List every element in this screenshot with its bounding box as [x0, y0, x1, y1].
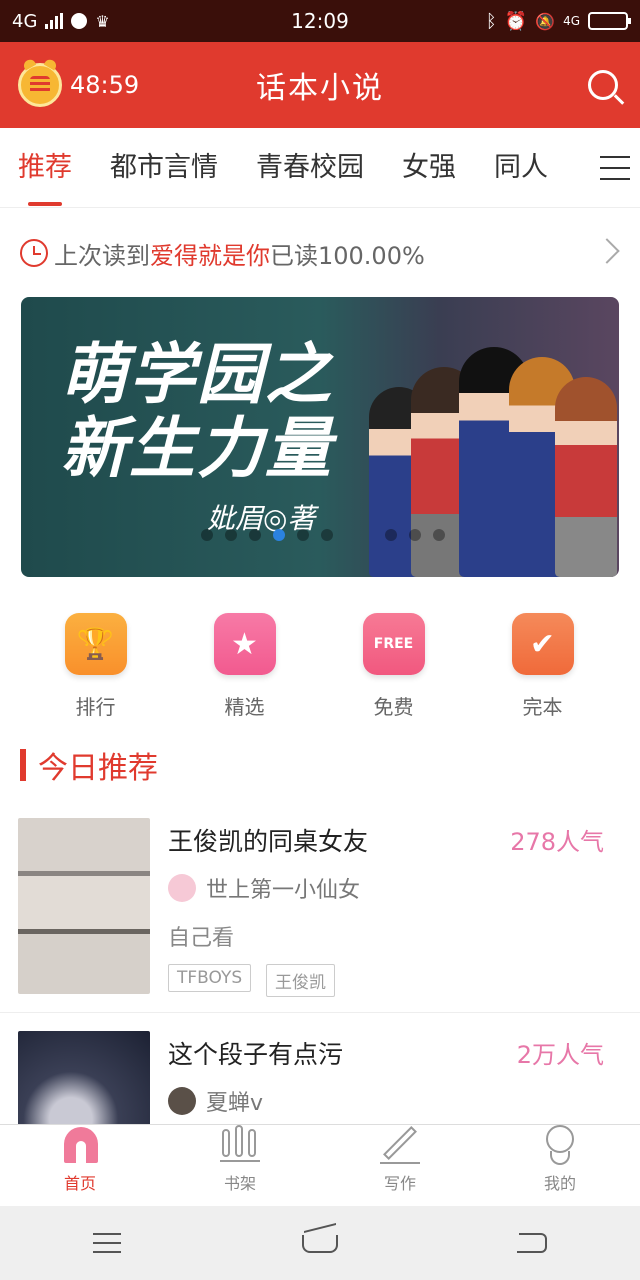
list-item[interactable]: 王俊凯的同桌女友 278人气 世上第一小仙女 自己看 TFBOYS 王俊凯: [0, 800, 640, 1013]
book-popularity: 278人气: [510, 828, 604, 856]
nav-label: 书架: [223, 1174, 256, 1193]
book-author: 世上第一小仙女: [168, 872, 360, 904]
category-tabs: 推荐 都市言情 青春校园 女强 同人: [0, 128, 640, 208]
last-read-progress: 已读100.00%: [270, 241, 425, 270]
network-label: 4G: [12, 10, 38, 32]
tab-campus[interactable]: 青春校园: [256, 128, 364, 208]
quick-label: 精选: [224, 695, 265, 719]
quick-featured[interactable]: ★ 精选: [170, 605, 319, 725]
pagination-dot[interactable]: [225, 529, 237, 541]
author-name: 世上第一小仙女: [206, 878, 361, 903]
section-title: 今日推荐: [20, 745, 158, 786]
quick-free[interactable]: FREE 免费: [319, 605, 468, 725]
tab-fanfic[interactable]: 同人: [494, 128, 548, 208]
book-author: 夏蝉v: [168, 1085, 263, 1117]
quick-label: 完本: [522, 695, 563, 719]
clock-time: 12:09: [291, 9, 349, 33]
pagination-dot-active[interactable]: [273, 529, 285, 541]
pagination-dot[interactable]: [297, 529, 309, 541]
book-cover-image: [18, 818, 150, 994]
tag-badge[interactable]: TFBOYS: [168, 964, 252, 992]
home-key-icon[interactable]: [290, 1223, 350, 1263]
book-cover-image: [18, 1031, 150, 1124]
last-read-prefix: 上次读到: [54, 241, 150, 270]
trophy-icon: 🏆: [64, 613, 127, 675]
author-name: 夏蝉v: [206, 1091, 264, 1116]
nav-home[interactable]: 首页: [0, 1125, 160, 1206]
status-bar: 4G ♛ 12:09 ᛒ ⏰ 🔕 4G: [0, 0, 640, 42]
tab-urban-romance[interactable]: 都市言情: [110, 128, 218, 208]
tab-recommend[interactable]: 推荐: [18, 128, 72, 208]
mute-icon: 🔕: [535, 11, 556, 31]
chevron-right-icon: [594, 238, 620, 264]
app-title: 话本小说: [256, 71, 384, 106]
menu-key-icon[interactable]: [77, 1223, 137, 1263]
pagination-dot[interactable]: [385, 529, 397, 541]
menu-icon[interactable]: [600, 156, 630, 180]
quick-entries: 🏆 排行 ★ 精选 FREE 免费 ✔ 完本: [0, 605, 640, 725]
list-item[interactable]: 这个段子有点污 2万人气 夏蝉v: [0, 1013, 640, 1124]
search-icon: [588, 70, 618, 100]
battery-icon: [588, 12, 631, 30]
bluetooth-icon: ᛒ: [485, 10, 497, 32]
nav-profile[interactable]: 我的: [480, 1125, 640, 1206]
promo-banner[interactable]: 萌学园之 新生力量 妣眉◎著: [21, 297, 619, 577]
home-icon: [60, 1125, 100, 1164]
bottom-nav: 首页 书架 写作 我的: [0, 1124, 640, 1206]
tab-strong-female[interactable]: 女强: [402, 128, 456, 208]
nav-bookshelf[interactable]: 书架: [160, 1125, 320, 1206]
quick-label: 免费: [373, 695, 414, 719]
back-key-icon[interactable]: [503, 1223, 563, 1263]
search-button[interactable]: [440, 70, 640, 100]
quick-label: 排行: [75, 695, 116, 719]
book-title: 王俊凯的同桌女友: [168, 827, 369, 856]
alarm-icon: ⏰: [504, 10, 528, 32]
crown-icon: ♛: [95, 11, 110, 31]
author-avatar: [168, 874, 196, 902]
bookshelf-icon: [220, 1125, 260, 1164]
book-popularity: 2万人气: [516, 1041, 604, 1069]
reading-timer[interactable]: 48:59: [0, 63, 200, 107]
pencil-icon: [380, 1125, 420, 1164]
banner-title-line1: 萌学园之: [61, 335, 333, 413]
status-right: ᛒ ⏰ 🔕 4G: [408, 10, 631, 32]
last-read-book: 爱得就是你: [150, 241, 270, 270]
nav-label: 首页: [63, 1174, 96, 1193]
app-notification-icon: [71, 13, 88, 29]
system-nav-bar: [0, 1206, 640, 1280]
last-read-bar[interactable]: 上次读到 爱得就是你 已读100.00%: [0, 208, 640, 298]
timer-text: 48:59: [70, 71, 140, 99]
tag-badge[interactable]: 王俊凯: [266, 964, 335, 997]
profile-icon: [540, 1125, 580, 1165]
app-header: 48:59 话本小说: [0, 42, 640, 128]
pagination-dot[interactable]: [201, 529, 213, 541]
free-icon: FREE: [362, 613, 425, 675]
coin-clock-icon: [18, 63, 62, 107]
author-avatar: [168, 1087, 196, 1115]
banner-title: 萌学园之 新生力量: [61, 337, 333, 485]
pagination-dot[interactable]: [249, 529, 261, 541]
book-description: 自己看: [168, 926, 235, 951]
status-left: 4G ♛: [12, 11, 232, 32]
check-book-icon: ✔: [511, 613, 574, 675]
clock-icon: [20, 239, 48, 267]
quick-completed[interactable]: ✔ 完本: [468, 605, 617, 725]
quick-ranking[interactable]: 🏆 排行: [21, 605, 170, 725]
pagination-dot[interactable]: [433, 529, 445, 541]
signal-icon: [45, 13, 64, 29]
nav-write[interactable]: 写作: [320, 1125, 480, 1206]
pagination-dot[interactable]: [409, 529, 421, 541]
banner-title-line2: 新生力量: [61, 409, 333, 487]
pagination-dot[interactable]: [321, 529, 333, 541]
network-right-label: 4G: [563, 14, 580, 28]
banner-pagination: [201, 529, 445, 541]
book-title: 这个段子有点污: [168, 1040, 344, 1069]
star-icon: ★: [213, 613, 276, 675]
nav-label: 写作: [383, 1174, 416, 1193]
nav-label: 我的: [543, 1174, 576, 1193]
